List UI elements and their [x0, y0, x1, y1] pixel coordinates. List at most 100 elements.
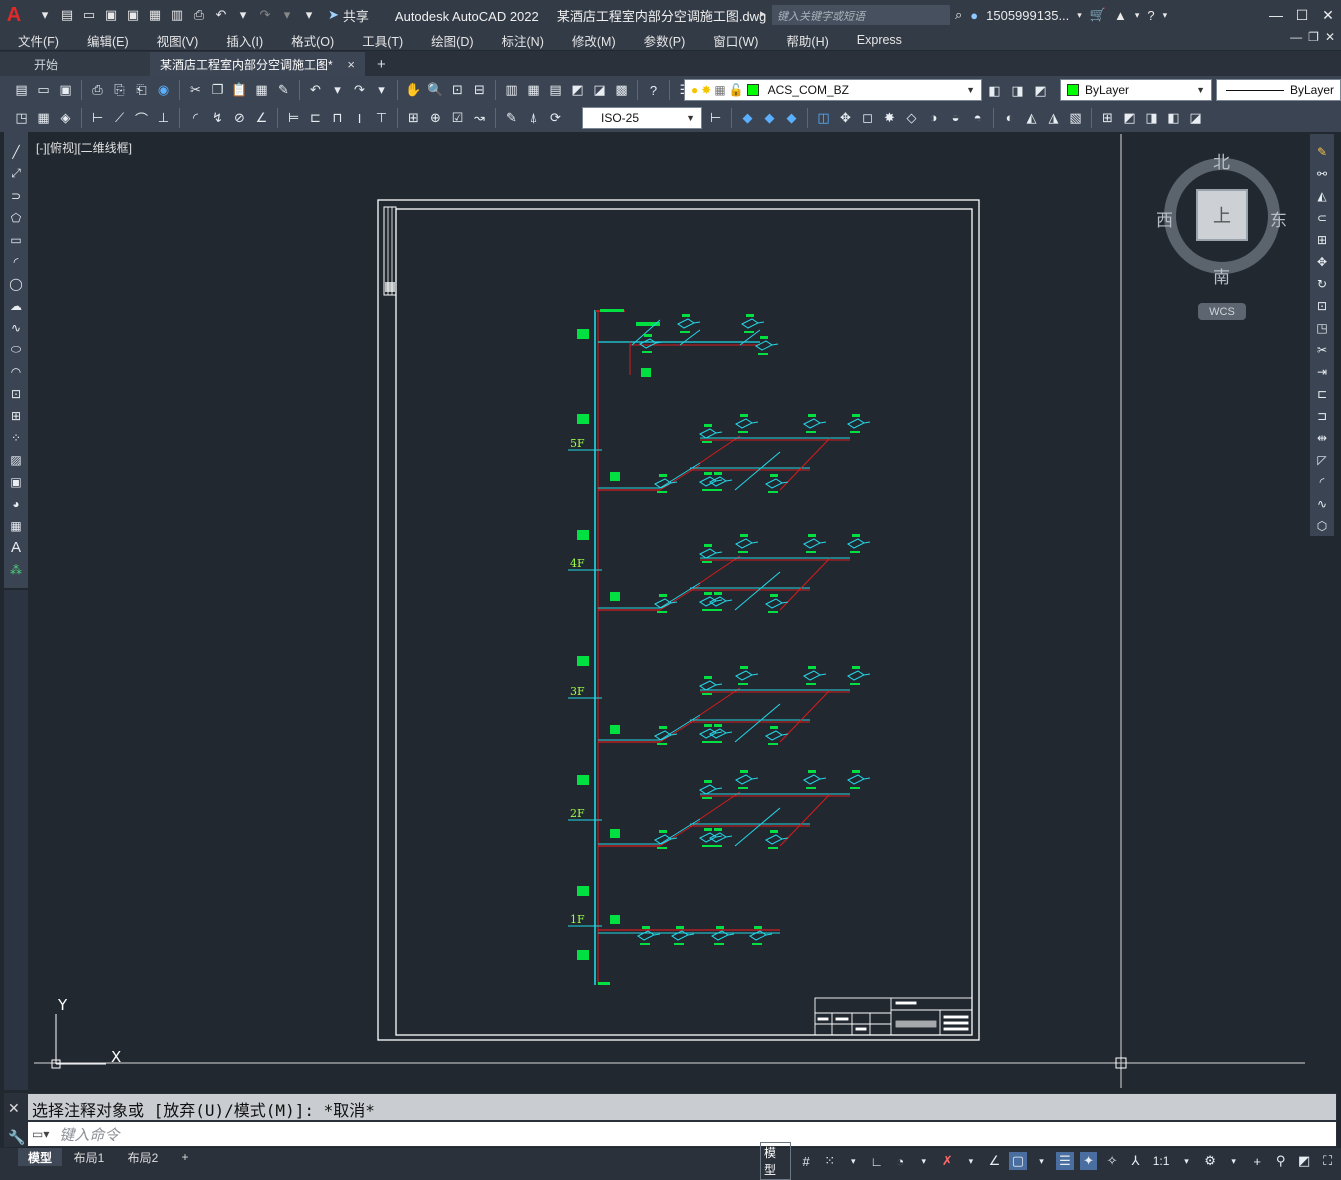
dimension-update-icon[interactable]: ⟳	[546, 109, 565, 128]
tolerance-icon[interactable]: ⊞	[404, 109, 423, 128]
break-at-point-icon[interactable]: ⊏	[1312, 384, 1332, 403]
lineweight-icon[interactable]: ☰	[1056, 1152, 1074, 1170]
auto-scale-icon[interactable]: ✧	[1103, 1152, 1121, 1170]
menu-parametric[interactable]: 参数(P)	[627, 31, 697, 50]
join-icon[interactable]: ◐	[1000, 108, 1019, 127]
polyline-icon[interactable]: ⊃	[6, 186, 26, 205]
isodraft-icon[interactable]: ✗	[939, 1152, 957, 1170]
hatch-icon[interactable]: ▨	[6, 450, 26, 469]
design-center-icon[interactable]: ▦	[524, 81, 543, 100]
arc-icon[interactable]: ◜	[6, 252, 26, 271]
annotation-visibility-icon[interactable]: ✦	[1079, 1152, 1098, 1170]
xref-icon[interactable]: ◨	[1142, 108, 1161, 127]
mirror-icon[interactable]: ◭	[1312, 186, 1332, 205]
menu-file[interactable]: 文件(F)	[0, 31, 70, 50]
erase-icon[interactable]: ✎	[1312, 142, 1332, 161]
layer-dropdown[interactable]: ● ✸ ▦ 🔓 ACS_COM_BZ ▼	[684, 79, 982, 101]
user-dropdown-icon[interactable]: ▾	[1077, 10, 1082, 21]
menu-view[interactable]: 视图(V)	[140, 31, 210, 50]
menu-draw[interactable]: 绘图(D)	[414, 31, 484, 50]
compass-west[interactable]: 西	[1156, 206, 1173, 231]
menu-help[interactable]: 帮助(H)	[769, 31, 839, 50]
revision-cloud-icon[interactable]: ☁	[6, 296, 26, 315]
draworder-icon[interactable]: ◳	[12, 109, 31, 128]
undo-icon[interactable]: ↶	[306, 81, 325, 100]
ellipse-arc-icon[interactable]: ◠	[6, 362, 26, 381]
chamfer-icon[interactable]: ◸	[1312, 450, 1332, 469]
center-mark-icon[interactable]: ⊕	[426, 109, 445, 128]
snap-icon[interactable]: ⁙	[821, 1152, 839, 1170]
doc-close-button[interactable]: ✕	[1325, 30, 1335, 44]
layer-state-icon[interactable]: ◩	[1031, 81, 1050, 100]
tab-layout1[interactable]: 布局1	[66, 1148, 112, 1166]
rotate-icon[interactable]: ↻	[1312, 274, 1332, 293]
tool-palettes-icon[interactable]: ▤	[546, 81, 565, 100]
redo-dropdown-icon[interactable]: ▾	[278, 6, 296, 24]
model-space-button[interactable]: 模型	[760, 1142, 792, 1180]
fillet-icon[interactable]: ◮	[1044, 108, 1063, 127]
undo-dropdown-icon[interactable]: ▾	[234, 6, 252, 24]
chamfer-icon[interactable]: ◭	[1022, 108, 1041, 127]
dimension-edit-icon[interactable]: ✎	[502, 109, 521, 128]
publish-web-icon[interactable]: ◉	[154, 81, 173, 100]
menu-insert[interactable]: 插入(I)	[209, 31, 274, 50]
copy-object-icon[interactable]: ◆	[738, 108, 757, 127]
autodesk-app-icon[interactable]: ▲	[1114, 8, 1127, 23]
tab-model[interactable]: 模型	[18, 1148, 62, 1166]
menu-tools[interactable]: 工具(T)	[345, 31, 414, 50]
object-snap-icon[interactable]: ▢	[1009, 1152, 1027, 1170]
compass-east[interactable]: 东	[1270, 206, 1287, 231]
angular-dimension-icon[interactable]: ∠	[252, 109, 271, 128]
match-properties-icon[interactable]: ▦	[252, 81, 271, 100]
point-icon[interactable]: ⁘	[6, 428, 26, 447]
doc-restore-button[interactable]: ❐	[1308, 30, 1319, 44]
compass-south[interactable]: 南	[1213, 263, 1230, 288]
workspace-gear-icon[interactable]: ⚙	[1201, 1152, 1219, 1170]
extend-icon[interactable]: ◒	[946, 108, 965, 127]
redo-dropdown-icon[interactable]: ▾	[372, 81, 391, 100]
close-icon[interactable]: ×	[347, 57, 355, 72]
gradient-icon[interactable]: ▣	[6, 472, 26, 491]
trim-icon[interactable]: ◑	[924, 108, 943, 127]
break-icon[interactable]: ⊐	[1312, 406, 1332, 425]
dimstyle-manager-icon[interactable]: ⊢	[706, 108, 725, 127]
properties-match-icon[interactable]: ▦	[34, 109, 53, 128]
isolate-objects-icon[interactable]: ⚲	[1272, 1152, 1290, 1170]
inspection-icon[interactable]: ☑	[448, 109, 467, 128]
linear-dimension-icon[interactable]: ⊢	[88, 109, 107, 128]
doc-minimize-button[interactable]: —	[1290, 30, 1302, 44]
customize-dropdown-icon[interactable]: ▾	[300, 6, 318, 24]
blend-curves-icon[interactable]: ∿	[1312, 494, 1332, 513]
arc-length-icon[interactable]: ⌒	[132, 109, 151, 128]
offset-icon[interactable]: ◆	[782, 108, 801, 127]
linetype-dropdown[interactable]: ByLayer	[1216, 79, 1341, 101]
workspace-dropdown-icon[interactable]: ▾	[1225, 1152, 1243, 1170]
explode-icon[interactable]: ▧	[1066, 108, 1085, 127]
spline-icon[interactable]: ∿	[6, 318, 26, 337]
user-icon[interactable]: ●	[970, 8, 978, 23]
tab-layout2[interactable]: 布局2	[120, 1148, 166, 1166]
cut-icon[interactable]: ✂	[186, 81, 205, 100]
redo-icon[interactable]: ↷	[256, 6, 274, 24]
zoom-realtime-icon[interactable]: 🔍	[426, 81, 445, 100]
circle-icon[interactable]: ◯	[6, 274, 26, 293]
lightbulb-icon[interactable]: ●	[691, 83, 698, 97]
layer-walk-icon[interactable]: ◈	[56, 109, 75, 128]
make-block-icon[interactable]: ⊞	[6, 406, 26, 425]
table-icon[interactable]: ▦	[6, 516, 26, 535]
move-icon[interactable]: ✥	[836, 108, 855, 127]
open-folder-icon[interactable]: ▭	[80, 6, 98, 24]
import-icon[interactable]: ▦	[146, 6, 164, 24]
color-dropdown[interactable]: ByLayer ▼	[1060, 79, 1212, 101]
annotation-scale-icon[interactable]: ⅄	[1127, 1152, 1145, 1170]
properties-icon[interactable]: ▥	[502, 81, 521, 100]
menu-edit[interactable]: 编辑(E)	[70, 31, 140, 50]
copy-icon[interactable]: ⚯	[1312, 164, 1332, 183]
open-icon[interactable]: ▭	[34, 81, 53, 100]
close-button[interactable]: ✕	[1315, 0, 1341, 30]
quick-dimension-icon[interactable]: ⊨	[284, 109, 303, 128]
offset-icon[interactable]: ⊂	[1312, 208, 1332, 227]
dimension-text-edit-icon[interactable]: ⍋	[524, 109, 543, 128]
radius-dimension-icon[interactable]: ◜	[186, 109, 205, 128]
add-selected-icon[interactable]: ⁂	[6, 560, 26, 579]
